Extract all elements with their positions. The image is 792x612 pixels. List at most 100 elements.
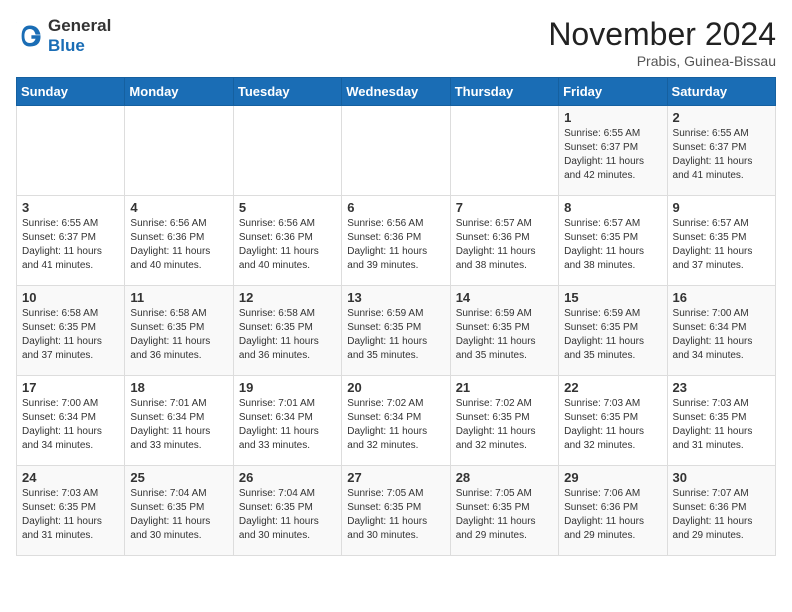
day-number: 24	[22, 470, 119, 485]
day-number: 7	[456, 200, 553, 215]
day-info: Sunrise: 7:02 AM Sunset: 6:34 PM Dayligh…	[347, 397, 444, 453]
table-cell: 8 Sunrise: 6:57 AM Sunset: 6:35 PM Daylig…	[559, 196, 667, 286]
day-number: 25	[130, 470, 227, 485]
logo: General Blue	[16, 16, 111, 56]
logo-general: General	[48, 16, 111, 35]
day-number: 4	[130, 200, 227, 215]
logo-blue: Blue	[48, 36, 85, 55]
day-info: Sunrise: 6:59 AM Sunset: 6:35 PM Dayligh…	[456, 307, 553, 363]
weekday-header-row: SundayMondayTuesdayWednesdayThursdayFrid…	[17, 78, 776, 106]
day-number: 5	[239, 200, 336, 215]
day-number: 30	[673, 470, 770, 485]
day-number: 20	[347, 380, 444, 395]
day-info: Sunrise: 6:57 AM Sunset: 6:35 PM Dayligh…	[673, 217, 770, 273]
day-info: Sunrise: 7:00 AM Sunset: 6:34 PM Dayligh…	[673, 307, 770, 363]
day-info: Sunrise: 7:06 AM Sunset: 6:36 PM Dayligh…	[564, 487, 661, 543]
table-cell: 27 Sunrise: 7:05 AM Sunset: 6:35 PM Dayli…	[342, 466, 450, 556]
table-cell: 18 Sunrise: 7:01 AM Sunset: 6:34 PM Dayli…	[125, 376, 233, 466]
calendar-table: SundayMondayTuesdayWednesdayThursdayFrid…	[16, 77, 776, 556]
day-number: 19	[239, 380, 336, 395]
day-info: Sunrise: 6:56 AM Sunset: 6:36 PM Dayligh…	[130, 217, 227, 273]
location: Prabis, Guinea-Bissau	[548, 53, 776, 69]
day-info: Sunrise: 7:03 AM Sunset: 6:35 PM Dayligh…	[22, 487, 119, 543]
page-header: General Blue November 2024 Prabis, Guine…	[16, 16, 776, 69]
day-number: 11	[130, 290, 227, 305]
day-info: Sunrise: 7:00 AM Sunset: 6:34 PM Dayligh…	[22, 397, 119, 453]
day-number: 2	[673, 110, 770, 125]
day-number: 1	[564, 110, 661, 125]
table-cell: 2 Sunrise: 6:55 AM Sunset: 6:37 PM Daylig…	[667, 106, 775, 196]
table-cell: 7 Sunrise: 6:57 AM Sunset: 6:36 PM Daylig…	[450, 196, 558, 286]
table-cell: 17 Sunrise: 7:00 AM Sunset: 6:34 PM Dayli…	[17, 376, 125, 466]
logo-text: General Blue	[48, 16, 111, 56]
week-row-2: 3 Sunrise: 6:55 AM Sunset: 6:37 PM Daylig…	[17, 196, 776, 286]
table-cell: 11 Sunrise: 6:58 AM Sunset: 6:35 PM Dayli…	[125, 286, 233, 376]
table-cell: 16 Sunrise: 7:00 AM Sunset: 6:34 PM Dayli…	[667, 286, 775, 376]
week-row-5: 24 Sunrise: 7:03 AM Sunset: 6:35 PM Dayli…	[17, 466, 776, 556]
day-info: Sunrise: 6:57 AM Sunset: 6:36 PM Dayligh…	[456, 217, 553, 273]
day-info: Sunrise: 7:04 AM Sunset: 6:35 PM Dayligh…	[239, 487, 336, 543]
weekday-header-monday: Monday	[125, 78, 233, 106]
table-cell	[17, 106, 125, 196]
day-info: Sunrise: 7:07 AM Sunset: 6:36 PM Dayligh…	[673, 487, 770, 543]
day-info: Sunrise: 6:58 AM Sunset: 6:35 PM Dayligh…	[22, 307, 119, 363]
table-cell: 3 Sunrise: 6:55 AM Sunset: 6:37 PM Daylig…	[17, 196, 125, 286]
day-number: 16	[673, 290, 770, 305]
table-cell: 9 Sunrise: 6:57 AM Sunset: 6:35 PM Daylig…	[667, 196, 775, 286]
day-info: Sunrise: 6:58 AM Sunset: 6:35 PM Dayligh…	[130, 307, 227, 363]
day-number: 12	[239, 290, 336, 305]
weekday-header-sunday: Sunday	[17, 78, 125, 106]
month-title: November 2024	[548, 16, 776, 53]
table-cell	[233, 106, 341, 196]
table-cell: 30 Sunrise: 7:07 AM Sunset: 6:36 PM Dayli…	[667, 466, 775, 556]
table-cell: 22 Sunrise: 7:03 AM Sunset: 6:35 PM Dayli…	[559, 376, 667, 466]
day-info: Sunrise: 7:05 AM Sunset: 6:35 PM Dayligh…	[456, 487, 553, 543]
weekday-header-saturday: Saturday	[667, 78, 775, 106]
day-number: 28	[456, 470, 553, 485]
day-info: Sunrise: 6:56 AM Sunset: 6:36 PM Dayligh…	[347, 217, 444, 273]
table-cell: 19Sunrise: 7:01 AM Sunset: 6:34 PM Dayli…	[233, 376, 341, 466]
day-number: 29	[564, 470, 661, 485]
table-cell: 15Sunrise: 6:59 AM Sunset: 6:35 PM Dayli…	[559, 286, 667, 376]
table-cell: 26 Sunrise: 7:04 AM Sunset: 6:35 PM Dayli…	[233, 466, 341, 556]
day-info: Sunrise: 6:55 AM Sunset: 6:37 PM Dayligh…	[22, 217, 119, 273]
week-row-3: 10 Sunrise: 6:58 AM Sunset: 6:35 PM Dayli…	[17, 286, 776, 376]
day-number: 23	[673, 380, 770, 395]
title-area: November 2024 Prabis, Guinea-Bissau	[548, 16, 776, 69]
day-number: 22	[564, 380, 661, 395]
day-number: 3	[22, 200, 119, 215]
day-number: 17	[22, 380, 119, 395]
day-number: 6	[347, 200, 444, 215]
table-cell: 24 Sunrise: 7:03 AM Sunset: 6:35 PM Dayli…	[17, 466, 125, 556]
table-cell: 25Sunrise: 7:04 AM Sunset: 6:35 PM Dayli…	[125, 466, 233, 556]
day-number: 9	[673, 200, 770, 215]
table-cell: 6 Sunrise: 6:56 AM Sunset: 6:36 PM Daylig…	[342, 196, 450, 286]
day-info: Sunrise: 7:01 AM Sunset: 6:34 PM Dayligh…	[130, 397, 227, 453]
day-info: Sunrise: 6:59 AM Sunset: 6:35 PM Dayligh…	[347, 307, 444, 363]
weekday-header-friday: Friday	[559, 78, 667, 106]
day-number: 15	[564, 290, 661, 305]
day-number: 8	[564, 200, 661, 215]
week-row-1: 1 Sunrise: 6:55 AM Sunset: 6:37 PM Daylig…	[17, 106, 776, 196]
day-info: Sunrise: 7:03 AM Sunset: 6:35 PM Dayligh…	[673, 397, 770, 453]
day-info: Sunrise: 7:02 AM Sunset: 6:35 PM Dayligh…	[456, 397, 553, 453]
day-info: Sunrise: 7:03 AM Sunset: 6:35 PM Dayligh…	[564, 397, 661, 453]
table-cell: 23 Sunrise: 7:03 AM Sunset: 6:35 PM Dayli…	[667, 376, 775, 466]
day-info: Sunrise: 6:57 AM Sunset: 6:35 PM Dayligh…	[564, 217, 661, 273]
day-number: 26	[239, 470, 336, 485]
day-number: 18	[130, 380, 227, 395]
day-info: Sunrise: 7:05 AM Sunset: 6:35 PM Dayligh…	[347, 487, 444, 543]
day-info: Sunrise: 6:56 AM Sunset: 6:36 PM Dayligh…	[239, 217, 336, 273]
table-cell: 21 Sunrise: 7:02 AM Sunset: 6:35 PM Dayli…	[450, 376, 558, 466]
table-cell: 10 Sunrise: 6:58 AM Sunset: 6:35 PM Dayli…	[17, 286, 125, 376]
day-number: 10	[22, 290, 119, 305]
day-info: Sunrise: 6:55 AM Sunset: 6:37 PM Dayligh…	[673, 127, 770, 183]
table-cell: 29 Sunrise: 7:06 AM Sunset: 6:36 PM Dayli…	[559, 466, 667, 556]
day-number: 21	[456, 380, 553, 395]
weekday-header-thursday: Thursday	[450, 78, 558, 106]
day-number: 13	[347, 290, 444, 305]
day-number: 14	[456, 290, 553, 305]
table-cell	[342, 106, 450, 196]
weekday-header-wednesday: Wednesday	[342, 78, 450, 106]
day-number: 27	[347, 470, 444, 485]
